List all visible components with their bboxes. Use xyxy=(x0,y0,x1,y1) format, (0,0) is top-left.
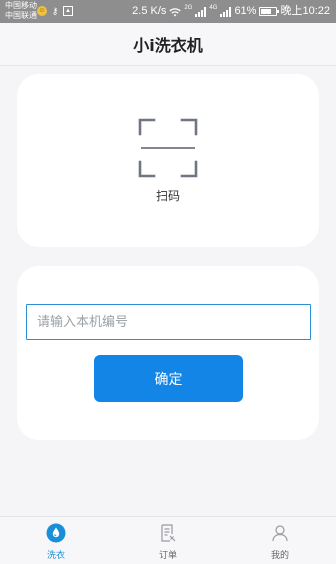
scan-label: 扫码 xyxy=(155,189,180,203)
carrier-2: 中国联通 xyxy=(5,11,37,20)
wifi-icon xyxy=(169,7,182,16)
status-right: 2.5 K/s 2G 4G 61% 晚上10:22 xyxy=(132,5,330,18)
page-title: 小i洗衣机 xyxy=(133,36,203,55)
emoji-notification-icon: ☺ xyxy=(37,6,47,16)
tab-profile[interactable]: 我的 xyxy=(224,517,336,564)
carrier-1: 中国移动 xyxy=(5,1,37,10)
tab-label: 洗衣 xyxy=(46,551,65,561)
carrier-info: 中国移动 中国联通 xyxy=(5,1,37,21)
tab-wash[interactable]: 洗衣 xyxy=(0,517,112,564)
tab-label: 我的 xyxy=(270,551,289,561)
key-icon: ⚷ xyxy=(51,6,59,16)
status-bar: 中国移动 中国联通 ☺ ⚷ ▲ 2.5 K/s 2G 4G 61% 晚上10:2… xyxy=(0,0,336,23)
clock: 晚上10:22 xyxy=(280,5,330,17)
image-notification-icon: ▲ xyxy=(63,6,73,16)
signal-tag-2: 4G xyxy=(209,5,218,11)
profile-icon xyxy=(272,525,288,542)
notification-icons: ☺ ⚷ ▲ xyxy=(37,6,73,16)
scan-card: 扫码 xyxy=(17,74,319,247)
network-speed: 2.5 K/s xyxy=(132,5,167,17)
signal-icon xyxy=(195,6,207,17)
tab-label: 订单 xyxy=(158,551,177,561)
battery-icon xyxy=(259,7,280,16)
confirm-button[interactable]: 确定 xyxy=(94,355,243,402)
app-header: 小i洗衣机 xyxy=(0,23,336,66)
signal-icon-2 xyxy=(220,6,232,17)
bottom-tab-bar: 洗衣 订单 我的 xyxy=(0,516,336,564)
machine-number-card: 确定 xyxy=(17,266,319,440)
scan-frame-icon xyxy=(138,118,198,178)
water-drop-icon xyxy=(46,523,66,543)
battery-percent: 61% xyxy=(234,5,257,17)
order-document-icon xyxy=(161,524,176,542)
machine-number-input[interactable] xyxy=(26,304,311,340)
scan-button[interactable]: 扫码 xyxy=(17,74,319,247)
signal-tag-1: 2G xyxy=(184,5,193,11)
tab-orders[interactable]: 订单 xyxy=(112,517,224,564)
